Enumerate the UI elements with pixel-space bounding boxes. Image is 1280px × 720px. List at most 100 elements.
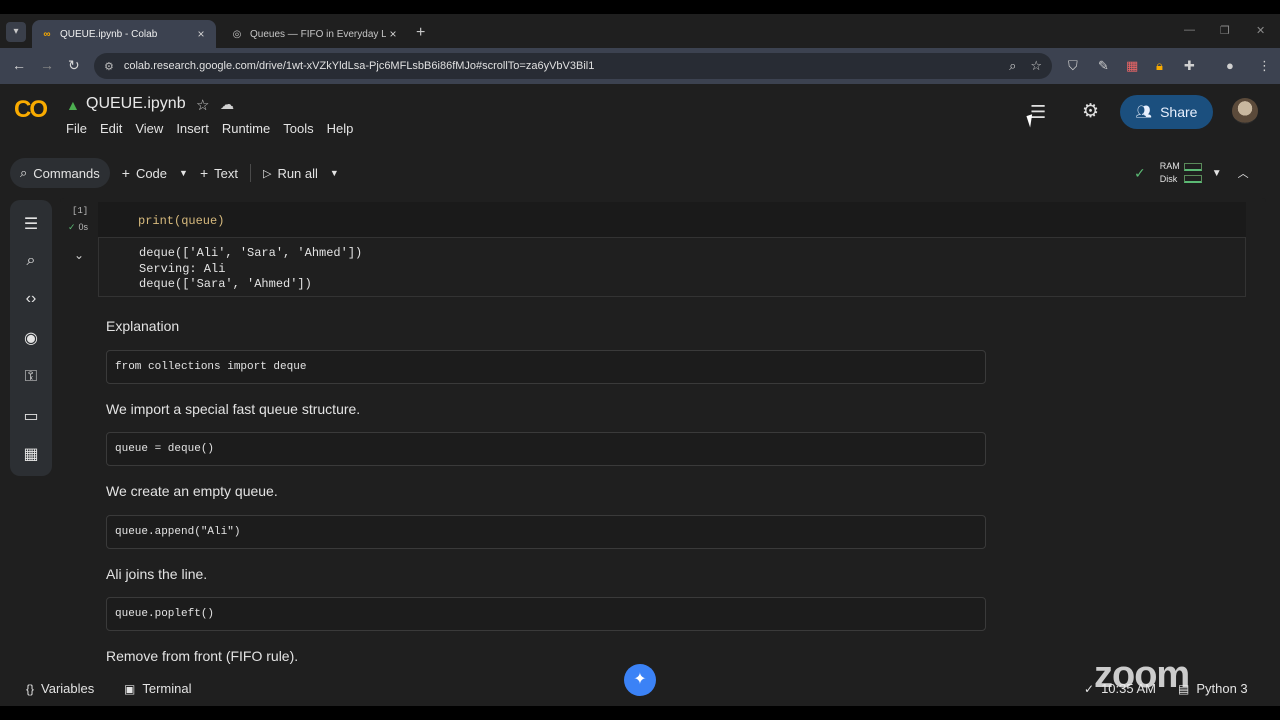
caret-down-icon: ▼ <box>329 168 339 178</box>
find-icon[interactable]: ⌕ <box>10 252 52 270</box>
menu-runtime[interactable]: Runtime <box>222 121 270 136</box>
notebook-title[interactable]: QUEUE.ipynb <box>86 95 186 113</box>
code-dropdown[interactable]: ▼ <box>179 168 188 178</box>
caret-down-icon: ▼ <box>179 168 188 178</box>
terminal-label: Terminal <box>142 681 192 696</box>
run-all-dropdown[interactable]: ▼ <box>330 168 339 178</box>
minimize-icon[interactable]: — <box>1184 24 1195 36</box>
cloud-saved-icon[interactable]: ☁ <box>220 96 234 113</box>
close-window-icon[interactable]: ✕ <box>1256 24 1265 37</box>
terminal-icon: ▣ <box>124 681 136 696</box>
shield-icon[interactable]: ⛉ <box>1068 58 1078 74</box>
zoom-watermark: zoom <box>1094 654 1190 696</box>
step-text: We create an empty queue. <box>106 483 986 501</box>
notebook-area: [1] ✓ 0s print(queue) ⌄ deque(['Ali', 'Sa… <box>60 198 1266 678</box>
add-text-button[interactable]: + Text <box>200 165 238 181</box>
explanation-heading: Explanation <box>106 318 986 336</box>
code-cell[interactable]: [1] ✓ 0s print(queue) ⌄ deque(['Ali', 'Sa… <box>60 198 1246 298</box>
heading-text: Explanation <box>106 318 180 334</box>
tab-title: QUEUE.ipynb - Colab <box>60 28 158 40</box>
step-text: Remove from front (FIFO rule). <box>106 648 986 666</box>
output-text: deque(['Ali', 'Sara', 'Ahmed']) Serving:… <box>139 246 363 291</box>
tab-strip: ▾ ∞ QUEUE.ipynb - Colab × ◎ Queues — FIF… <box>0 14 1280 48</box>
step-text: We import a special fast queue structure… <box>106 401 986 419</box>
table-of-contents-icon[interactable]: ☰ <box>10 214 52 234</box>
more-vert-icon[interactable]: ⋮ <box>1258 58 1271 74</box>
inline-code: queue = deque() <box>106 432 986 466</box>
url-text: colab.research.google.com/drive/1wt-xVZk… <box>123 60 595 72</box>
command-toolbar: ⌕ Commands + Code ▼ + Text ▷ Run all ▼ <box>10 158 339 188</box>
paragraph: We create an empty queue. <box>106 483 278 499</box>
add-code-button[interactable]: + Code <box>122 165 167 181</box>
drive-icon[interactable]: ▲ <box>66 97 80 113</box>
gemini-sparkle-button[interactable]: ✦ <box>624 664 656 696</box>
inline-code: from collections import deque <box>106 350 986 384</box>
colab-logo[interactable]: CO <box>14 96 48 124</box>
close-icon[interactable]: × <box>386 27 400 41</box>
browser-toolbar: ← → ↻ ⚙ colab.research.google.com/drive/… <box>0 48 1280 84</box>
menu-edit[interactable]: Edit <box>100 121 122 136</box>
menu-view[interactable]: View <box>135 121 163 136</box>
secrets-eye-icon[interactable]: ◉ <box>10 328 52 348</box>
chevron-down-icon[interactable]: ⌄ <box>74 248 84 262</box>
gear-icon[interactable]: ⚙ <box>1082 100 1099 123</box>
step-code-block: queue.popleft() <box>106 597 986 631</box>
cell-output: deque(['Ali', 'Sara', 'Ahmed']) Serving:… <box>98 238 1246 297</box>
extension-flag-icon[interactable]: ▦ <box>1126 58 1138 74</box>
menu-tools[interactable]: Tools <box>283 121 313 136</box>
avatar[interactable] <box>1232 98 1258 124</box>
chevron-up-icon[interactable]: ︿ <box>1238 165 1249 181</box>
ram-meter <box>1183 163 1202 171</box>
star-icon[interactable]: ☆ <box>196 96 209 114</box>
runtime-status[interactable]: ✓ RAM Disk ▼ ︿ <box>1134 158 1260 188</box>
back-arrow-icon[interactable]: ← <box>12 57 26 73</box>
forward-arrow-icon[interactable]: → <box>40 57 54 73</box>
browser-window: ▾ ∞ QUEUE.ipynb - Colab × ◎ Queues — FIF… <box>0 14 1280 706</box>
zoom-icon[interactable]: ⌕ <box>1009 58 1016 74</box>
step-code-block: from collections import deque <box>106 350 986 384</box>
profile-icon[interactable]: ● <box>1226 58 1234 73</box>
menu-insert[interactable]: Insert <box>176 121 209 136</box>
code-snippets-icon[interactable]: ‹› <box>10 290 52 308</box>
search-icon: ⌕ <box>20 165 28 180</box>
tab-queues[interactable]: ◎ Queues — FIFO in Everyday Life × <box>222 20 408 48</box>
paragraph: Remove from front (FIFO rule). <box>106 648 299 664</box>
address-bar[interactable]: ⚙ colab.research.google.com/drive/1wt-xV… <box>94 53 1052 79</box>
paragraph: We import a special fast queue structure… <box>106 401 361 417</box>
disk-label: Disk <box>1159 174 1178 184</box>
disk-meter <box>1183 175 1202 183</box>
menu-help[interactable]: Help <box>327 121 354 136</box>
reload-icon[interactable]: ↻ <box>68 57 80 74</box>
divider <box>249 164 251 182</box>
folder-icon[interactable]: ▭ <box>10 406 52 426</box>
run-all-button[interactable]: ▷ Run all <box>263 166 318 181</box>
restore-icon[interactable]: ❐ <box>1220 24 1230 37</box>
commands-button[interactable]: ⌕ Commands <box>10 158 110 188</box>
variables-label: Variables <box>41 681 95 696</box>
new-tab-button[interactable]: + <box>416 24 425 42</box>
menu-file[interactable]: File <box>66 121 87 136</box>
variables-button[interactable]: {} Variables <box>26 681 94 696</box>
globe-icon: ◎ <box>232 28 242 40</box>
caret-down-icon[interactable]: ▼ <box>1212 168 1222 179</box>
share-button[interactable]: 👥︎ Share <box>1120 95 1213 129</box>
cell-editor[interactable]: print(queue) <box>98 202 1246 238</box>
puzzle-icon[interactable]: ✚ <box>1184 58 1195 74</box>
data-table-icon[interactable]: ▦ <box>10 444 52 464</box>
inline-code: queue.append("Ali") <box>106 515 986 549</box>
lock-extension-icon[interactable]: 🔒︎ <box>1156 58 1163 74</box>
share-label: Share <box>1160 104 1198 120</box>
eyedropper-icon[interactable]: ✎ <box>1098 58 1109 74</box>
close-icon[interactable]: × <box>194 27 208 41</box>
kernel-label: Python 3 <box>1196 681 1248 696</box>
bookmark-star-icon[interactable]: ☆ <box>1030 58 1042 74</box>
site-info-icon[interactable]: ⚙ <box>104 60 114 73</box>
step-text: Ali joins the line. <box>106 566 986 584</box>
colab-header: CO ▲ QUEUE.ipynb ☆ ☁ File Edit View Inse… <box>0 84 1280 192</box>
tab-colab[interactable]: ∞ QUEUE.ipynb - Colab × <box>32 20 216 48</box>
plus-icon: + <box>121 165 130 181</box>
tab-search-button[interactable]: ▾ <box>6 22 26 42</box>
terminal-button[interactable]: ▣ Terminal <box>124 681 191 696</box>
code-source: print(queue) <box>138 214 225 228</box>
key-icon[interactable]: ⚿ <box>10 368 52 386</box>
